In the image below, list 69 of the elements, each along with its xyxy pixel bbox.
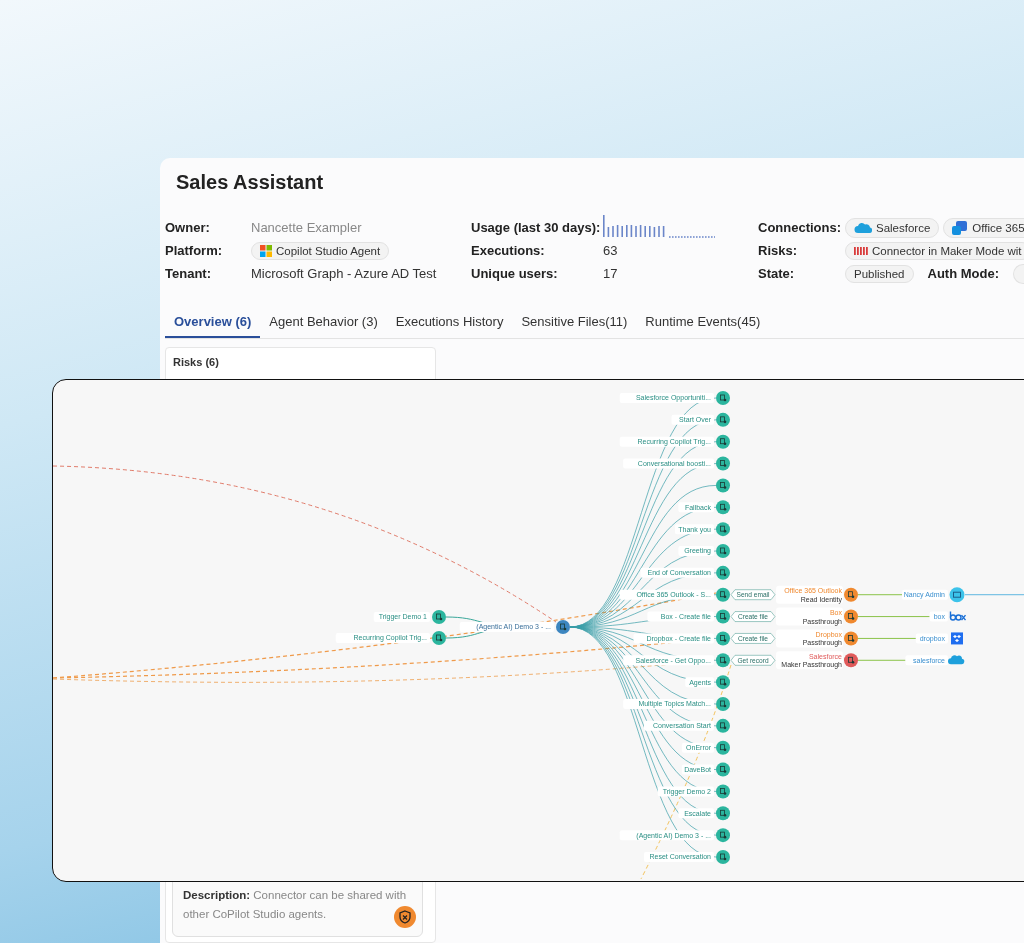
field-value: Microsoft Graph - Azure AD Test [251, 266, 438, 281]
field-value: 63 [603, 243, 619, 258]
tab[interactable]: Sensitive Files(11) [512, 307, 637, 338]
topic-node[interactable] [716, 718, 730, 733]
topic-node[interactable] [716, 478, 730, 493]
risk-description: Description: Connector can be shared with other CoPilot Studio agents. [183, 889, 407, 920]
topic-node[interactable] [716, 500, 730, 515]
field-label: Connections: [758, 220, 843, 235]
tab[interactable]: Executions History [386, 307, 513, 338]
field-label: Risks: [758, 243, 799, 258]
field-label: Usage (last 30 days): [471, 220, 602, 235]
mail-app-icon [949, 587, 965, 603]
field-label: Platform: [165, 243, 224, 258]
cloud-icon [854, 221, 872, 234]
cloud-icon [948, 655, 965, 665]
field-label: Tenant: [165, 266, 212, 281]
field-label: State: [758, 266, 796, 281]
link-line [857, 594, 903, 596]
action-node[interactable] [844, 653, 858, 668]
topic-node[interactable] [716, 806, 730, 821]
field-label: Auth Mode: [927, 266, 999, 281]
topic-node[interactable] [716, 522, 730, 537]
dropbox-icon [951, 632, 963, 645]
topic-node[interactable] [716, 697, 730, 711]
topic-node[interactable] [716, 784, 730, 799]
tab[interactable]: Overview (6) [165, 307, 261, 338]
topic-node[interactable] [716, 412, 730, 427]
topic-node[interactable] [716, 762, 730, 777]
topic-node[interactable] [716, 434, 730, 449]
topic-node[interactable] [716, 828, 730, 843]
topic-node[interactable] [716, 740, 730, 755]
field-label: Unique users: [471, 266, 559, 281]
four-squares-icon [260, 244, 272, 257]
platform-chip: Copilot Studio Agent [251, 241, 390, 260]
trigger-node[interactable] [432, 610, 446, 624]
topic-node[interactable] [716, 609, 730, 624]
action-node[interactable] [844, 631, 858, 646]
field-value: 17 [603, 266, 619, 281]
connection-chip[interactable]: Office 365 [943, 217, 1024, 238]
topic-node[interactable] [716, 456, 730, 471]
link-line [964, 594, 1024, 596]
box-logo-icon [949, 610, 967, 621]
field-value: Nancette Exampler [251, 220, 363, 235]
topic-node[interactable] [716, 565, 730, 580]
state-chip: Published [845, 264, 914, 283]
action-node[interactable] [844, 587, 858, 602]
topic-node[interactable] [716, 544, 730, 558]
panel-title: Risks (6) [172, 355, 220, 370]
risk-chip[interactable]: Connector in Maker Mode wit [845, 241, 1024, 260]
trigger-node[interactable] [432, 631, 446, 645]
topic-node[interactable] [716, 653, 730, 668]
action-node[interactable] [844, 609, 858, 624]
field-label: Executions: [471, 243, 546, 258]
app-icon [952, 220, 969, 235]
agent-title: Sales Assistant [176, 170, 325, 194]
tab[interactable]: Runtime Events(45) [636, 307, 770, 338]
topic-node[interactable] [716, 631, 730, 646]
topic-node[interactable] [716, 850, 730, 864]
field-label: Owner: [165, 220, 211, 235]
link-line [857, 637, 917, 639]
tab[interactable]: Agent Behavior (3) [260, 307, 387, 338]
shield-icon [394, 906, 416, 928]
bars-icon [854, 246, 868, 255]
topic-node[interactable] [716, 391, 730, 405]
topic-node[interactable] [716, 587, 730, 602]
link-line [857, 659, 906, 661]
connection-chip[interactable]: Salesforce [845, 217, 940, 238]
topic-node[interactable] [716, 675, 730, 690]
agent-node[interactable] [556, 620, 570, 634]
